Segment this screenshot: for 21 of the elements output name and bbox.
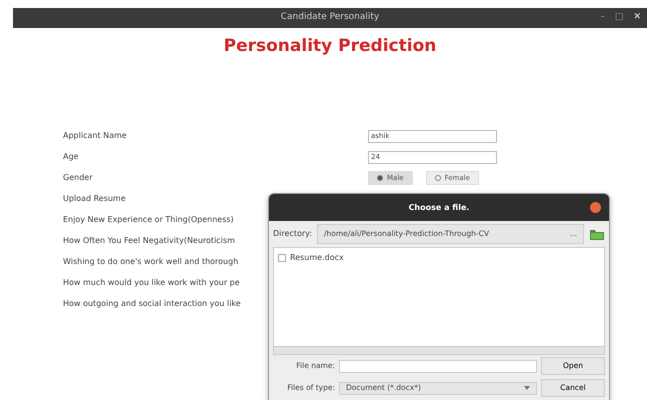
close-button[interactable] bbox=[590, 202, 601, 213]
directory-label: Directory: bbox=[273, 228, 312, 240]
field-label: How much would you like work with your pe bbox=[63, 278, 240, 287]
field-label: Upload Resume bbox=[63, 194, 126, 203]
folder-icon[interactable] bbox=[589, 227, 605, 241]
field-label: How outgoing and social interaction you like bbox=[63, 299, 241, 308]
minimize-button[interactable]: – bbox=[600, 11, 605, 24]
file-item[interactable]: Resume.docx bbox=[278, 252, 600, 264]
field-label: Applicant Name bbox=[63, 131, 127, 140]
close-button[interactable]: ✕ bbox=[633, 11, 641, 24]
field-label: Wishing to do one's work well and thorough bbox=[63, 257, 238, 266]
window-title: Candidate Personality bbox=[280, 11, 380, 24]
file-name-field[interactable] bbox=[339, 360, 537, 372]
field-label: Age bbox=[63, 152, 78, 161]
dialog-title: Choose a file. bbox=[408, 202, 470, 214]
field-label: How Often You Feel Negativity(Neuroticism bbox=[63, 236, 235, 245]
field-label: Enjoy New Experience or Thing(Openness) bbox=[63, 215, 234, 224]
page-heading: Personality Prediction bbox=[222, 35, 438, 58]
caret-icon bbox=[524, 386, 530, 390]
maximize-button[interactable]: □ bbox=[614, 11, 624, 24]
field-label: Gender bbox=[63, 173, 92, 182]
